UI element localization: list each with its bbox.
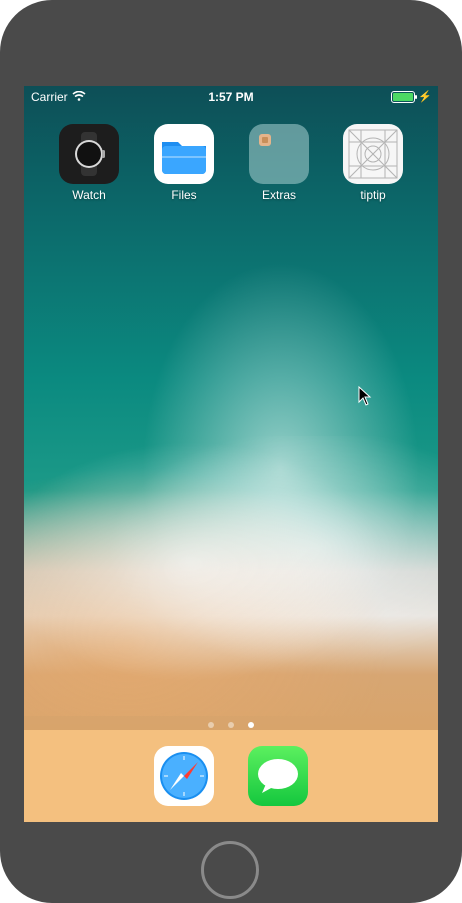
status-bar: Carrier 1:57 PM ⚡ (24, 86, 438, 108)
files-icon (154, 124, 214, 184)
app-label: Extras (261, 188, 296, 202)
mouse-cursor-icon (358, 386, 372, 406)
app-label: Files (171, 188, 197, 202)
safari-icon (160, 752, 208, 800)
folder-icon (249, 124, 309, 184)
status-time: 1:57 PM (208, 90, 254, 104)
app-files[interactable]: Files (144, 124, 224, 202)
battery-icon (391, 90, 418, 103)
phone-frame: Carrier 1:57 PM ⚡ Watch Files Extras tip… (0, 0, 462, 903)
app-safari[interactable] (154, 746, 214, 806)
watch-icon (59, 124, 119, 184)
dock (24, 730, 438, 822)
page-dot-active (248, 722, 255, 728)
app-label: Watch (72, 188, 106, 202)
app-messages[interactable] (248, 746, 308, 806)
app-watch[interactable]: Watch (49, 124, 129, 202)
page-dot (228, 722, 234, 728)
app-grid-icon (343, 124, 403, 184)
charging-bolt-icon: ⚡ (418, 91, 432, 103)
messages-icon (258, 759, 298, 793)
home-screen: Carrier 1:57 PM ⚡ Watch Files Extras tip… (24, 86, 438, 822)
app-label: tiptip (360, 188, 386, 202)
page-dot (207, 722, 214, 728)
app-extras-folder[interactable]: Extras (239, 124, 319, 202)
app-tiptip[interactable]: tiptip (333, 124, 413, 202)
home-button[interactable] (201, 841, 259, 899)
wallpaper (24, 436, 438, 716)
